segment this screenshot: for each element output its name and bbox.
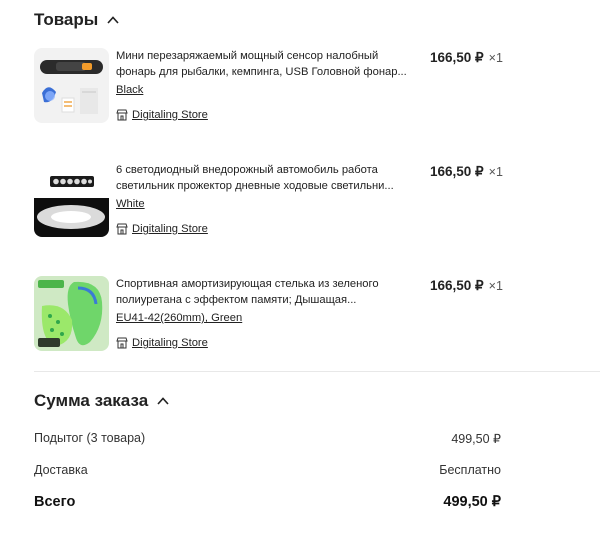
- product-title-line[interactable]: полиуретана с эффектом памяти; Дышащая..…: [116, 292, 416, 308]
- product-title-line[interactable]: 6 светодиодный внедорожный автомобиль ра…: [116, 162, 416, 178]
- product-item: Мини перезаряжаемый мощный сенсор налобн…: [34, 48, 554, 128]
- summary-section-title: Сумма заказа: [34, 391, 149, 410]
- chevron-up-icon[interactable]: [156, 394, 170, 408]
- product-quantity: ×1: [488, 279, 503, 293]
- product-thumbnail-headlamp[interactable]: [34, 48, 109, 123]
- shipping-value: Бесплатно: [439, 463, 501, 477]
- shipping-row: Доставка Бесплатно: [34, 463, 501, 477]
- shipping-label: Доставка: [34, 463, 88, 477]
- total-value: 499,50 ₽: [443, 494, 501, 510]
- product-title-line[interactable]: Мини перезаряжаемый мощный сенсор налобн…: [116, 48, 416, 64]
- product-title-line[interactable]: Спортивная амортизирующая стелька из зел…: [116, 276, 416, 292]
- product-quantity: ×1: [488, 51, 503, 65]
- store-icon: [116, 109, 128, 121]
- product-thumbnail-led-bar[interactable]: [34, 162, 109, 237]
- subtotal-value: 499,50 ₽: [451, 432, 501, 446]
- total-row: Всего 499,50 ₽: [34, 494, 501, 510]
- product-price: 166,50 ₽: [430, 50, 484, 65]
- store-name[interactable]: Digitaling Store: [132, 223, 208, 235]
- price-block: 166,50 ₽ ×1: [430, 50, 503, 66]
- price-block: 166,50 ₽ ×1: [430, 164, 503, 180]
- product-variant-link[interactable]: Black: [116, 82, 143, 98]
- product-info: 6 светодиодный внедорожный автомобиль ра…: [116, 162, 416, 212]
- store-icon: [116, 337, 128, 349]
- store-link[interactable]: Digitaling Store: [116, 223, 208, 235]
- subtotal-label: Подытог (3 товара): [34, 431, 146, 445]
- total-label: Всего: [34, 494, 76, 510]
- store-icon: [116, 223, 128, 235]
- product-variant-link[interactable]: White: [116, 196, 145, 212]
- product-thumbnail-insole[interactable]: [34, 276, 109, 351]
- store-link[interactable]: Digitaling Store: [116, 109, 208, 121]
- product-item: 6 светодиодный внедорожный автомобиль ра…: [34, 162, 554, 242]
- product-quantity: ×1: [488, 165, 503, 179]
- product-info: Спортивная амортизирующая стелька из зел…: [116, 276, 416, 326]
- product-info: Мини перезаряжаемый мощный сенсор налобн…: [116, 48, 416, 98]
- price-block: 166,50 ₽ ×1: [430, 278, 503, 294]
- chevron-up-icon[interactable]: [106, 13, 120, 27]
- store-name[interactable]: Digitaling Store: [132, 337, 208, 349]
- products-section-header[interactable]: Товары: [34, 10, 120, 30]
- summary-section-header[interactable]: Сумма заказа: [34, 391, 170, 411]
- product-variant-link[interactable]: EU41-42(260mm), Green: [116, 310, 242, 326]
- product-item: Спортивная амортизирующая стелька из зел…: [34, 276, 554, 356]
- section-divider: [34, 371, 600, 372]
- product-price: 166,50 ₽: [430, 278, 484, 293]
- product-title-line[interactable]: светильник прожектор дневные ходовые све…: [116, 178, 416, 194]
- product-title-line[interactable]: фонарь для рыбалки, кемпинга, USB Головн…: [116, 64, 416, 80]
- product-price: 166,50 ₽: [430, 164, 484, 179]
- store-name[interactable]: Digitaling Store: [132, 109, 208, 121]
- subtotal-row: Подытог (3 товара) 499,50 ₽: [34, 431, 501, 446]
- products-section-title: Товары: [34, 10, 99, 29]
- store-link[interactable]: Digitaling Store: [116, 337, 208, 349]
